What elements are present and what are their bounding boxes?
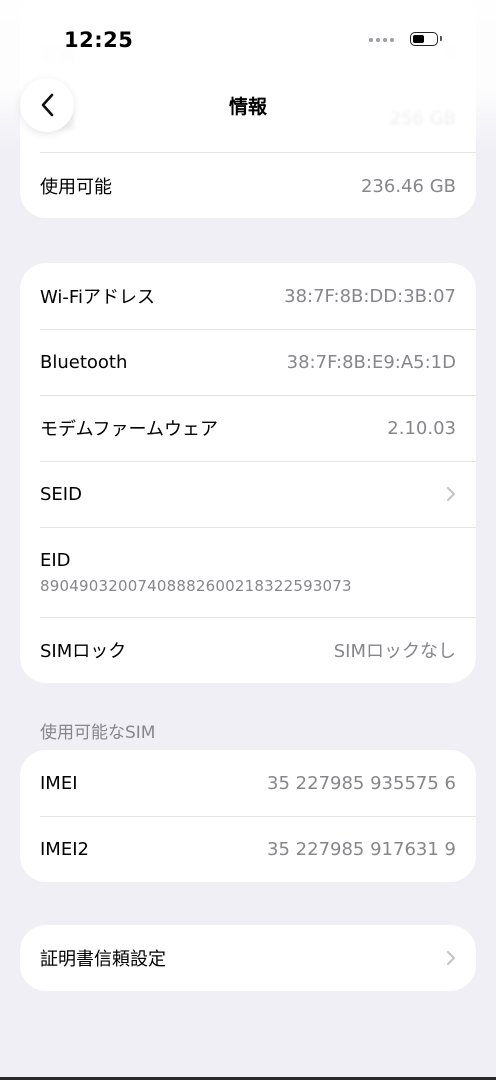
imei-label: IMEI bbox=[40, 772, 78, 794]
page-title: 情報 bbox=[228, 96, 267, 118]
imei2-value: 35 227985 917631 9 bbox=[267, 838, 456, 860]
wifi-address-label: Wi-Fiアドレス bbox=[40, 287, 155, 308]
chevron-right-icon bbox=[447, 951, 455, 965]
signal-dots-icon bbox=[369, 38, 394, 42]
seid-label: SEID bbox=[40, 483, 82, 505]
eid-row[interactable]: EID 89049032007408882600218322593073 bbox=[20, 527, 476, 617]
certificate-trust-settings-row[interactable]: 証明書信頼設定 bbox=[20, 925, 476, 991]
chevron-left-icon bbox=[41, 93, 54, 117]
certificate-trust-settings-label: 証明書信頼設定 bbox=[40, 949, 166, 970]
certificate-card: 証明書信頼設定 bbox=[20, 925, 476, 991]
sim-lock-label: SIMロック bbox=[40, 641, 127, 662]
modem-firmware-row[interactable]: モデムファームウェア 2.10.03 bbox=[20, 395, 476, 461]
status-time: 12:25 bbox=[64, 28, 134, 52]
available-row: 使用可能 236.46 GB bbox=[20, 153, 476, 218]
battery-icon bbox=[410, 32, 442, 46]
sim-lock-row[interactable]: SIMロック SIMロックなし bbox=[20, 617, 476, 683]
section-header-available-sim: 使用可能なSIM bbox=[40, 723, 156, 743]
device-info-card: Wi-Fiアドレス 38:7F:8B:DD:3B:07 Bluetooth 38… bbox=[20, 263, 476, 683]
imei2-label: IMEI2 bbox=[40, 838, 89, 860]
eid-value: 89049032007408882600218322593073 bbox=[40, 576, 352, 595]
available-value: 236.46 GB bbox=[360, 175, 456, 197]
chevron-right-icon bbox=[447, 487, 455, 501]
imei2-row[interactable]: IMEI2 35 227985 917631 9 bbox=[20, 816, 476, 882]
back-button[interactable] bbox=[20, 78, 74, 132]
about-screen: 写真 0 容量 256 GB 使用可能 236.46 GB 12:25 情報 bbox=[0, 0, 496, 1080]
bluetooth-row[interactable]: Bluetooth 38:7F:8B:E9:A5:1D bbox=[20, 329, 476, 395]
modem-firmware-label: モデムファームウェア bbox=[40, 419, 219, 440]
imei-value: 35 227985 935575 6 bbox=[267, 772, 456, 794]
available-label: 使用可能 bbox=[40, 177, 112, 198]
wifi-address-row[interactable]: Wi-Fiアドレス 38:7F:8B:DD:3B:07 bbox=[20, 263, 476, 329]
imei-row[interactable]: IMEI 35 227985 935575 6 bbox=[20, 750, 476, 816]
status-bar: 12:25 bbox=[0, 0, 496, 80]
sim-card: IMEI 35 227985 935575 6 IMEI2 35 227985 … bbox=[20, 750, 476, 882]
wifi-address-value: 38:7F:8B:DD:3B:07 bbox=[284, 285, 456, 307]
bluetooth-value: 38:7F:8B:E9:A5:1D bbox=[286, 351, 456, 373]
eid-label: EID bbox=[40, 549, 71, 571]
bluetooth-label: Bluetooth bbox=[40, 351, 128, 373]
seid-row[interactable]: SEID bbox=[20, 461, 476, 527]
sim-lock-value: SIMロックなし bbox=[333, 641, 456, 662]
modem-firmware-value: 2.10.03 bbox=[387, 417, 456, 439]
